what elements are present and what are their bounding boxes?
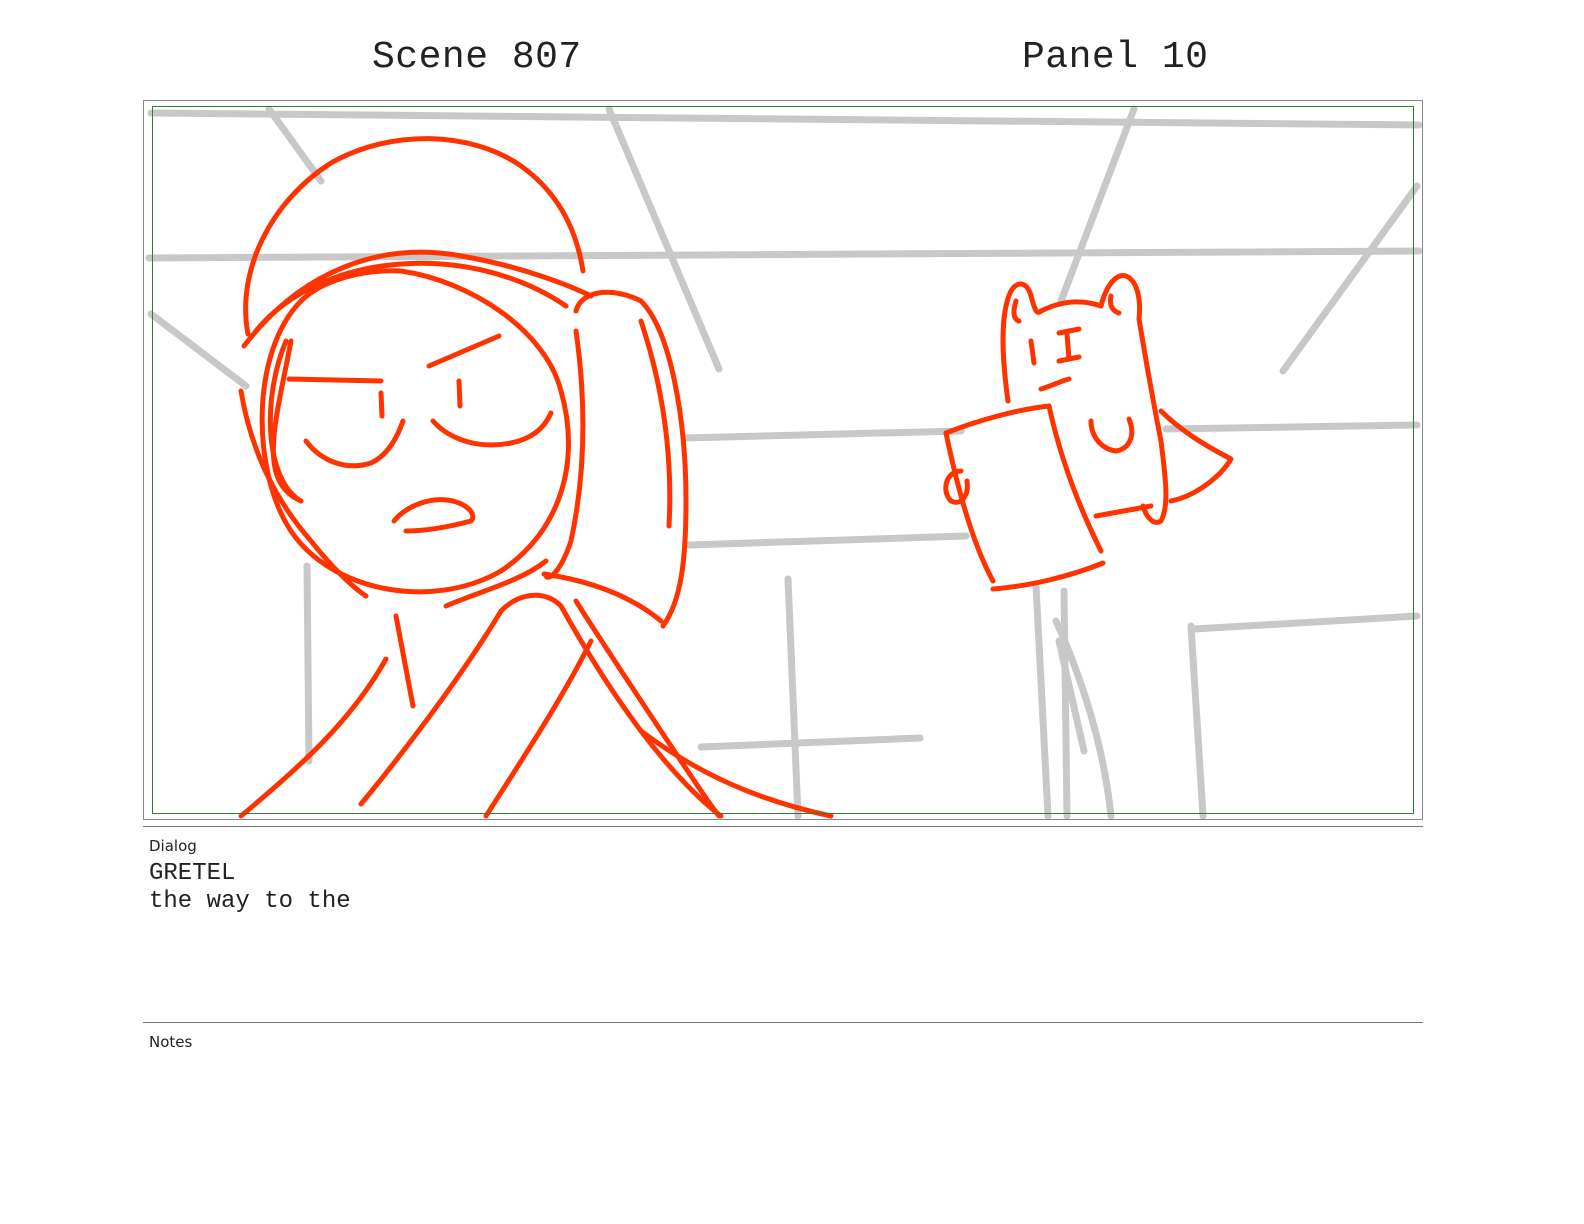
storyboard-panel-frame <box>143 100 1423 820</box>
dialog-section-label: Dialog <box>149 837 197 855</box>
storyboard-sketch <box>145 105 1422 819</box>
dialog-divider <box>143 826 1423 827</box>
panel-number: Panel 10 <box>1022 36 1209 79</box>
notes-divider <box>143 1022 1423 1023</box>
scene-number: Scene 807 <box>372 36 582 79</box>
dialog-line: the way to the <box>149 888 351 915</box>
dialog-text: GRETEL the way to the <box>149 860 351 916</box>
notes-section-label: Notes <box>149 1033 193 1051</box>
gretel-figure-sketch <box>238 136 834 819</box>
pet-creature-sketch <box>943 273 1234 592</box>
dialog-character-name: GRETEL <box>149 860 236 887</box>
